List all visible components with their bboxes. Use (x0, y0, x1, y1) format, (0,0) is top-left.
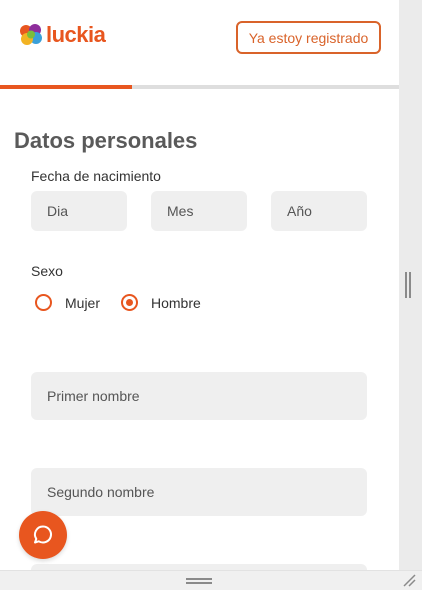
month-field[interactable]: Mes (151, 191, 247, 231)
progress-fill (0, 85, 132, 89)
year-field[interactable]: Año (271, 191, 367, 231)
logo-text: luckia (46, 22, 106, 47)
horizontal-drag-handle[interactable] (186, 578, 212, 584)
already-registered-button[interactable]: Ya estoy registrado (236, 21, 381, 54)
radio-mujer-label[interactable]: Mujer (65, 295, 100, 311)
birth-date-label: Fecha de nacimiento (31, 168, 161, 184)
clover-logo-icon (20, 24, 42, 45)
day-field[interactable]: Dia (31, 191, 127, 231)
scrollbar-grip[interactable] (405, 272, 411, 298)
first-name-field[interactable]: Primer nombre (31, 372, 367, 420)
page-viewport: luckia Ya estoy registrado Datos persona… (0, 0, 399, 570)
chat-button[interactable] (19, 511, 67, 559)
radio-hombre-label[interactable]: Hombre (151, 295, 201, 311)
resize-corner-icon[interactable] (401, 573, 417, 587)
radio-hombre[interactable] (121, 294, 138, 311)
radio-mujer[interactable] (35, 294, 52, 311)
luckia-logo[interactable]: luckia (18, 22, 106, 48)
progress-bar (0, 85, 399, 89)
section-title: Datos personales (14, 132, 198, 153)
second-name-field[interactable]: Segundo nombre (31, 468, 367, 516)
sex-label: Sexo (31, 263, 63, 279)
chat-bubble-icon (33, 525, 52, 544)
header: luckia Ya estoy registrado (0, 0, 399, 86)
